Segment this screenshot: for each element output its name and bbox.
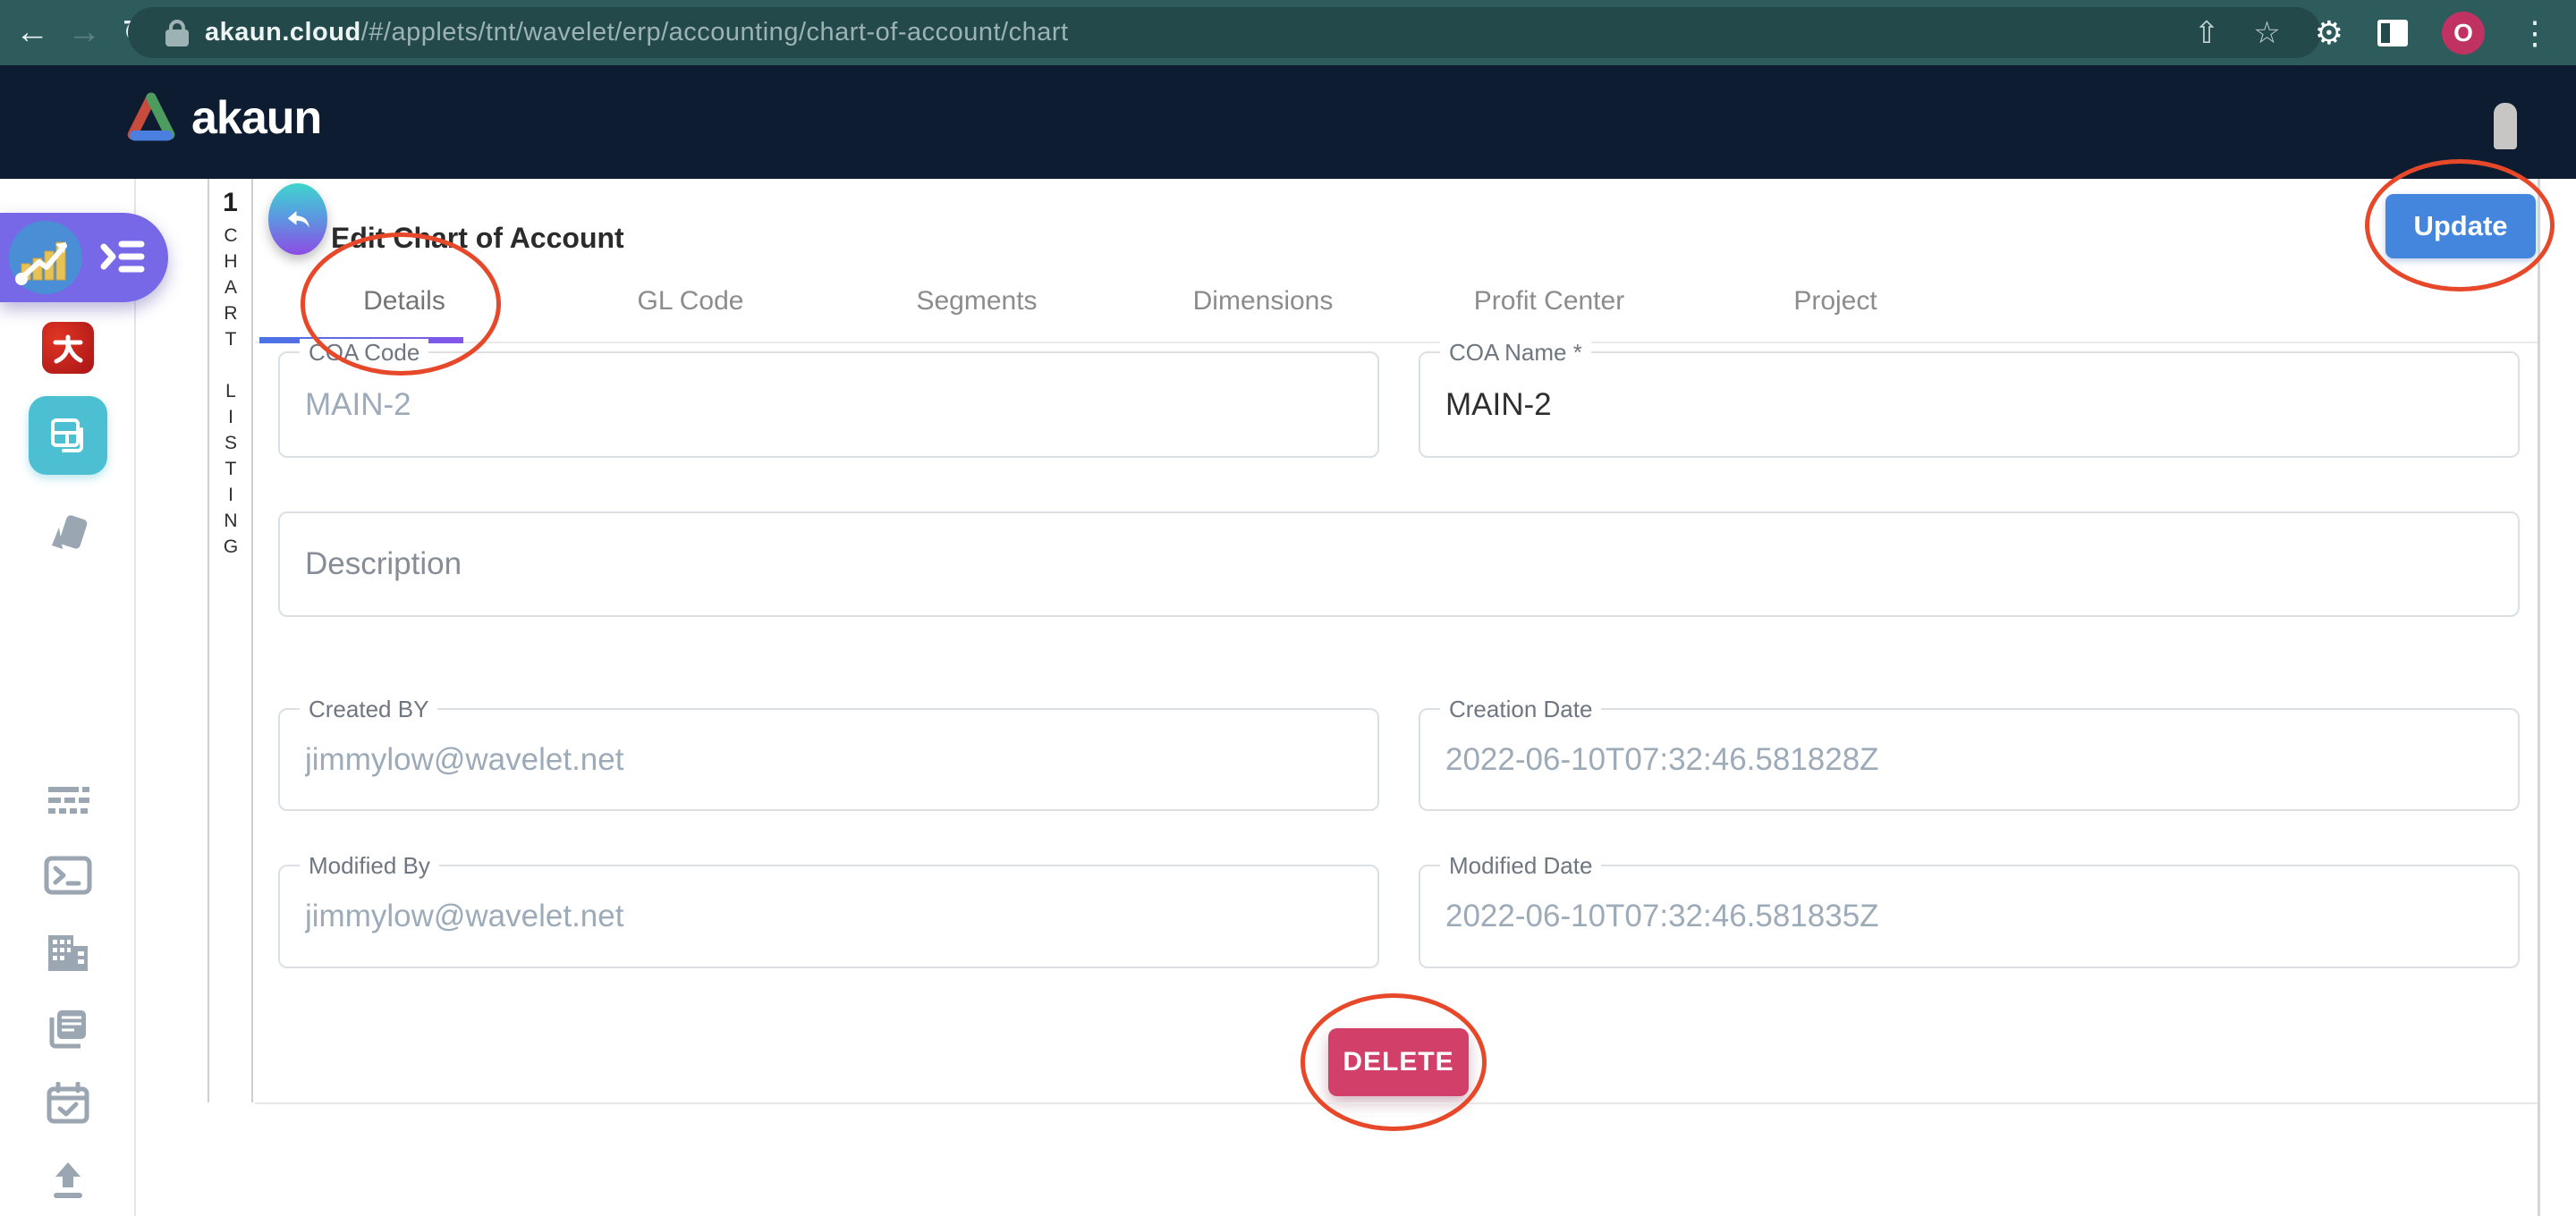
terminal-icon [44, 856, 92, 895]
listing-label: CHART LISTING [220, 225, 242, 562]
back-icon[interactable]: ← [13, 13, 52, 52]
modified-date-label: Modified Date [1440, 852, 1601, 880]
coa-code-input[interactable] [280, 353, 1377, 456]
news-icon [45, 1007, 91, 1050]
tab-project[interactable]: Project [1692, 286, 1979, 317]
sidebar-item-news[interactable] [0, 1007, 136, 1050]
tab-bar: Details GL Code Segments Dimensions Prof… [261, 286, 1979, 317]
listing-index: 1 [209, 188, 251, 218]
applet-switcher-pill[interactable] [0, 213, 168, 302]
tab-dimensions[interactable]: Dimensions [1120, 286, 1406, 317]
sidebar-item-forms[interactable] [0, 783, 136, 824]
coa-code-label: COA Code [300, 339, 428, 367]
star-icon[interactable]: ☆ [2253, 15, 2280, 51]
user-avatar[interactable] [2470, 89, 2538, 156]
description-input[interactable] [280, 513, 2518, 615]
sidebar-item-erp-active[interactable] [0, 396, 136, 475]
tab-strip-border [255, 342, 2538, 343]
coa-name-field: COA Name * [1419, 351, 2520, 458]
lock-icon [165, 20, 189, 46]
app-navbar: akaun [0, 65, 2576, 179]
upload-icon [47, 1159, 89, 1202]
browser-chrome: ← → ↻ akaun.cloud/#/applets/tnt/wavelet/… [0, 0, 2576, 65]
profile-badge[interactable]: O [2442, 12, 2485, 55]
sidebar-item-calendar[interactable] [0, 1082, 136, 1125]
sidebar-item-terminal[interactable] [0, 856, 136, 895]
page-title: Edit Chart of Account [331, 222, 624, 255]
form-lines-icon [45, 783, 91, 824]
modified-by-field: Modified By [278, 865, 1379, 968]
sidebar-item-upload[interactable] [0, 1159, 136, 1202]
calendar-check-icon [46, 1082, 90, 1125]
created-by-input[interactable] [280, 710, 1377, 809]
collapse-menu-icon[interactable] [100, 236, 145, 282]
delete-button[interactable]: DELETE [1328, 1028, 1469, 1096]
dahua-app-icon [42, 322, 94, 374]
url-host: akaun.cloud [205, 18, 361, 46]
tab-gl-code[interactable]: GL Code [547, 286, 834, 317]
coa-name-label: COA Name * [1440, 339, 1591, 367]
akaun-triangle-icon [123, 90, 179, 146]
description-field [278, 511, 2520, 617]
creation-date-input[interactable] [1420, 710, 2518, 809]
url-path: /#/applets/tnt/wavelet/erp/accounting/ch… [361, 18, 1069, 46]
modified-by-label: Modified By [300, 852, 439, 880]
company-building-icon [45, 932, 91, 973]
content-bottom-divider [255, 1102, 2538, 1104]
brand-logo[interactable]: akaun [123, 90, 321, 146]
creation-date-label: Creation Date [1440, 696, 1601, 723]
coa-name-input[interactable] [1420, 353, 2518, 456]
back-arrow-icon [282, 203, 314, 235]
tags-icon [45, 510, 91, 556]
side-panel-icon[interactable] [2377, 20, 2408, 46]
url-bar[interactable]: akaun.cloud/#/applets/tnt/wavelet/erp/ac… [128, 7, 2321, 58]
created-by-label: Created BY [300, 696, 437, 723]
tab-profit-center[interactable]: Profit Center [1406, 286, 1692, 317]
sidebar-item-company[interactable] [0, 932, 136, 973]
sidebar-item-dahua[interactable] [0, 322, 136, 374]
coa-code-field: COA Code [278, 351, 1379, 458]
sidebar-item-tags[interactable] [0, 510, 136, 556]
scrollbar-track[interactable] [2538, 179, 2540, 1216]
modified-date-field: Modified Date [1419, 865, 2520, 968]
menu-dots-icon[interactable]: ⋮ [2519, 14, 2551, 52]
tab-segments[interactable]: Segments [834, 286, 1120, 317]
modified-date-input[interactable] [1420, 866, 2518, 967]
created-by-field: Created BY [278, 708, 1379, 811]
main-content: Edit Chart of Account Update Details GL … [255, 179, 2576, 1216]
chart-listing-tab[interactable]: 1 CHART LISTING [208, 179, 253, 1102]
creation-date-field: Creation Date [1419, 708, 2520, 811]
sidebar [0, 179, 136, 1216]
back-button[interactable] [268, 183, 327, 255]
forward-icon[interactable]: → [64, 13, 104, 52]
update-button[interactable]: Update [2385, 194, 2536, 258]
brand-text: akaun [191, 91, 321, 145]
modified-by-input[interactable] [280, 866, 1377, 967]
extensions-icon[interactable]: ⚙︎ [2315, 14, 2343, 52]
share-icon[interactable]: ⇧ [2194, 15, 2220, 51]
window-applet-icon [29, 396, 107, 475]
analytics-applet-icon[interactable] [9, 221, 82, 294]
tab-details[interactable]: Details [261, 286, 547, 317]
url-text: akaun.cloud/#/applets/tnt/wavelet/erp/ac… [205, 18, 1069, 47]
